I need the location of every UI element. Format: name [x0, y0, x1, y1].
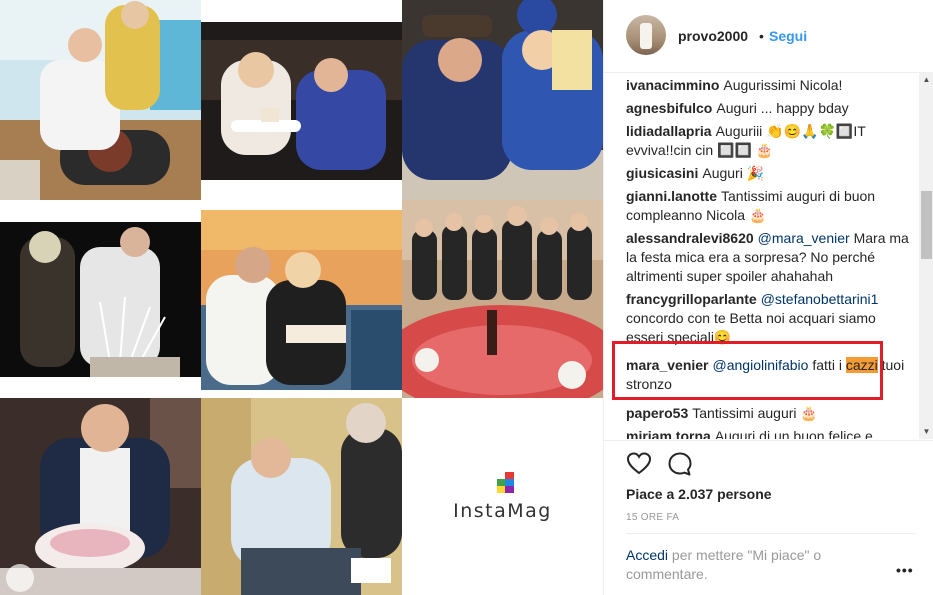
comment-mention[interactable]: @stefanobettarini1 — [761, 291, 879, 307]
comment-text: Tantissimi auguri 🎂 — [692, 405, 818, 421]
login-prompt: Accedi per mettere "Mi piace" o commenta… — [626, 546, 856, 584]
comment-item: alessandralevi8620 @mara_venier Mara ma l… — [626, 229, 916, 286]
photo-tile-family-dinner — [402, 200, 603, 398]
comment-item: francygrilloparlante @stefanobettarini1 c… — [626, 290, 916, 347]
scroll-up-icon[interactable]: ▲ — [919, 73, 933, 87]
comment-username[interactable]: ivanacimmino — [626, 77, 719, 93]
login-link[interactable]: Accedi — [626, 547, 668, 563]
photo-collage[interactable]: InstaMag — [0, 0, 603, 595]
photo-tile-sparklers — [0, 222, 201, 377]
comment-item: miriam.torna Auguri di un buon felice e — [626, 427, 916, 439]
instamag-brand-tile: InstaMag — [402, 398, 603, 595]
comment-text: Auguri ... happy bday — [716, 100, 849, 116]
photo-tile-couple-hats — [402, 0, 603, 200]
comment-text: Auguri 🎉 — [702, 165, 765, 181]
comment-item: ivanacimmino Augurissimi Nicola! — [626, 76, 916, 95]
photo-tile-man-candles — [0, 398, 201, 595]
actions-divider — [604, 440, 933, 441]
scroll-thumb[interactable] — [921, 191, 932, 259]
likes-count[interactable]: Piace a 2.037 persone — [626, 486, 772, 502]
photo-tile-sunset-couple — [201, 210, 402, 390]
comment-mention[interactable]: @mara_venier — [758, 230, 850, 246]
photo-tile-elderly-couple — [201, 398, 402, 595]
comment-item: gianni.lanotte Tantissimi auguri di buon … — [626, 187, 916, 225]
login-divider — [626, 533, 916, 534]
post-timestamp: 15 ORE FA — [626, 512, 680, 523]
photo-tile-birthday-cake-table — [0, 0, 201, 200]
comment-item: agnesbifulco Auguri ... happy bday — [626, 99, 916, 118]
separator-dot: • — [759, 28, 764, 44]
comment-text: Augurissimi Nicola! — [723, 77, 843, 93]
scroll-down-icon[interactable]: ▼ — [919, 425, 933, 439]
comments-scrollbar[interactable]: ▲ ▼ — [919, 73, 933, 439]
instamag-brand-name: InstaMag — [453, 499, 552, 522]
comment-username[interactable]: alessandralevi8620 — [626, 230, 754, 246]
comment-username[interactable]: papero53 — [626, 405, 688, 421]
photo-tile-couple-dark — [201, 0, 402, 200]
red-annotation-box — [612, 341, 883, 400]
comment-username[interactable]: gianni.lanotte — [626, 188, 717, 204]
comment-username[interactable]: lidiadallapria — [626, 123, 712, 139]
follow-button[interactable]: Segui — [769, 28, 807, 44]
comment-username[interactable]: agnesbifulco — [626, 100, 712, 116]
post-side-panel: provo2000 • Segui ivanacimmino Augurissim… — [603, 0, 933, 595]
comment-username[interactable]: giusicasini — [626, 165, 698, 181]
comment-icon[interactable] — [667, 451, 693, 477]
comment-item: giusicasini Auguri 🎉 — [626, 164, 916, 183]
more-options-button[interactable]: ••• — [896, 562, 914, 578]
comment-item: papero53 Tantissimi auguri 🎂 — [626, 404, 916, 423]
post-header: provo2000 • Segui — [604, 0, 933, 73]
post-username[interactable]: provo2000 — [678, 28, 748, 44]
avatar[interactable] — [626, 15, 666, 55]
comment-username[interactable]: miriam.torna — [626, 428, 711, 439]
comment-username[interactable]: francygrilloparlante — [626, 291, 757, 307]
comment-text: Auguri di un buon felice e — [714, 428, 873, 439]
comment-text: concordo con te Betta noi acquari siamo … — [626, 310, 876, 345]
instamag-logo-icon — [496, 471, 514, 493]
comment-item: lidiadallapria Auguriii 👏😊🙏🍀🔲IT evviva!!c… — [626, 122, 916, 160]
heart-icon[interactable] — [626, 451, 652, 477]
